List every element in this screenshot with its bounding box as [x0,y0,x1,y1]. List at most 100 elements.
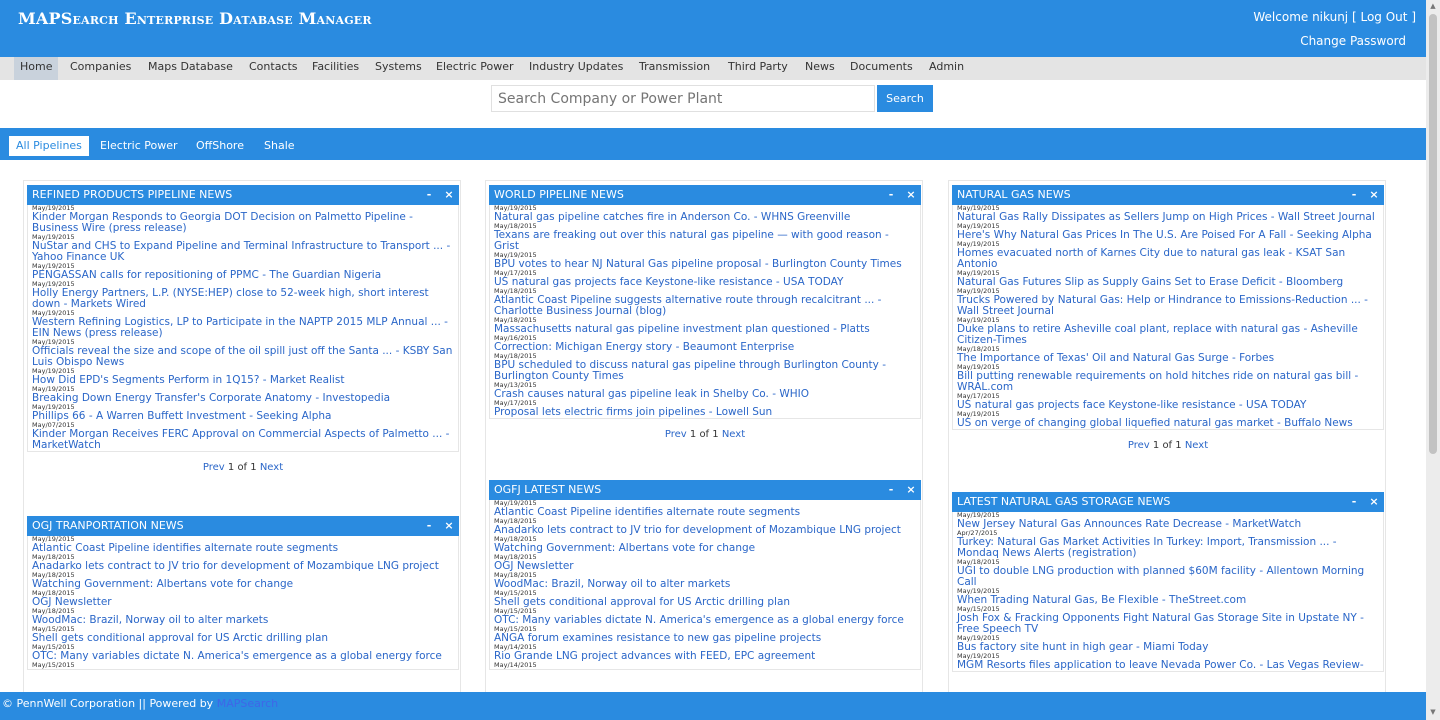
nav-documents[interactable]: Documents [844,57,919,80]
minimize-icon[interactable]: - [419,185,439,205]
news-link[interactable]: OGJ Newsletter [494,561,916,572]
news-link[interactable]: Correction: Michigan Energy story - Beau… [494,342,916,353]
news-link[interactable]: Atlantic Coast Pipeline identifies alter… [32,543,454,554]
news-link[interactable]: Western Refining Logistics, LP to Partic… [32,317,454,339]
news-link[interactable]: Shell gets conditional approval for US A… [494,597,916,608]
news-link[interactable]: Rio Grande LNG project advances with FEE… [494,651,916,662]
news-link[interactable]: Proposal lets electric firms join pipeli… [494,407,916,418]
nav-contacts[interactable]: Contacts [243,57,304,80]
nav-home[interactable]: Home [14,57,59,80]
news-link[interactable]: The Importance of Texas' Oil and Natural… [957,353,1379,364]
change-password-link[interactable]: Change Password [1300,34,1406,48]
prev-link[interactable]: Prev [665,429,687,440]
close-icon[interactable]: × [439,185,459,205]
news-link[interactable]: Natural gas pipeline catches fire in And… [494,212,916,223]
search-button[interactable]: Search [877,85,933,112]
news-link[interactable]: When Trading Natural Gas, Be Flexible - … [957,595,1379,606]
nav-maps-database[interactable]: Maps Database [142,57,239,80]
news-link[interactable]: US on verge of changing global liquefied… [957,418,1379,429]
news-link[interactable]: New Jersey Natural Gas Announces Rate De… [957,519,1379,530]
nav-admin[interactable]: Admin [923,57,970,80]
tab-offshore[interactable]: OffShore [189,136,251,156]
tab-shale[interactable]: Shale [257,136,302,156]
news-link[interactable]: Crash causes natural gas pipeline leak i… [494,389,916,400]
news-link[interactable]: US natural gas projects face Keystone-li… [957,400,1379,411]
news-link[interactable]: Turkey: Natural Gas Market Activities In… [957,537,1379,559]
minimize-icon[interactable]: - [1344,185,1364,205]
news-link[interactable]: Holly Energy Partners, L.P. (NYSE:HEP) c… [32,288,454,310]
tab-all-pipelines[interactable]: All Pipelines [9,136,89,156]
close-icon[interactable]: × [901,480,921,500]
page-scrollbar[interactable]: ▲ ▼ [1426,0,1440,720]
news-link[interactable]: Shell gets conditional approval for US A… [32,633,454,644]
news-link[interactable]: Officials reveal the size and scope of t… [32,346,454,368]
news-link[interactable]: Bill putting renewable requirements on h… [957,371,1379,393]
news-link[interactable]: MGM Resorts files application to leave N… [957,660,1379,671]
next-link[interactable]: Next [1185,440,1208,451]
news-link[interactable]: ANGA forum examines resistance to new ga… [494,633,916,644]
footer-link[interactable]: MAPSearch [217,697,278,710]
nav-facilities[interactable]: Facilities [306,57,365,80]
close-icon[interactable]: × [901,185,921,205]
news-link[interactable]: OTC: Many variables dictate N. America's… [494,615,916,626]
minimize-icon[interactable]: - [881,480,901,500]
news-link[interactable]: Watching Government: Albertans vote for … [494,543,916,554]
search-input[interactable] [491,85,875,112]
dashboard-content: REFINED PRODUCTS PIPELINE NEWS - × May/1… [0,170,1426,692]
news-link[interactable]: WoodMac: Brazil, Norway oil to alter mar… [32,615,454,626]
news-link[interactable]: Kinder Morgan Receives FERC Approval on … [32,429,454,451]
news-link[interactable]: BPU scheduled to discuss natural gas pip… [494,360,916,382]
news-link[interactable]: Natural Gas Rally Dissipates as Sellers … [957,212,1379,223]
news-link[interactable]: Kinder Morgan Responds to Georgia DOT De… [32,212,454,234]
news-link[interactable]: Atlantic Coast Pipeline identifies alter… [494,507,916,518]
news-link[interactable]: Phillips 66 - A Warren Buffett Investmen… [32,411,454,422]
prev-link[interactable]: Prev [203,462,225,473]
close-icon[interactable]: × [1364,492,1384,512]
news-link[interactable]: Bus factory site hunt in high gear - Mia… [957,642,1379,653]
nav-systems[interactable]: Systems [369,57,428,80]
news-link[interactable]: Josh Fox & Fracking Opponents Fight Natu… [957,613,1379,635]
minimize-icon[interactable]: - [419,516,439,536]
news-link[interactable]: NuStar and CHS to Expand Pipeline and Te… [32,241,454,263]
prev-link[interactable]: Prev [1128,440,1150,451]
close-icon[interactable]: × [439,516,459,536]
logout-link[interactable]: Log Out [1360,10,1407,24]
nav-companies[interactable]: Companies [64,57,137,80]
next-link[interactable]: Next [260,462,283,473]
nav-transmission[interactable]: Transmission [633,57,716,80]
nav-electric-power[interactable]: Electric Power [430,57,520,80]
news-link[interactable]: PENGASSAN calls for repositioning of PPM… [32,270,454,281]
nav-third-party[interactable]: Third Party [722,57,794,80]
news-link[interactable]: Texans are freaking out over this natura… [494,230,916,252]
news-item: May/18/2015 Watching Government: Albertan… [32,572,454,590]
news-link[interactable]: OGJ Newsletter [32,597,454,608]
scrollbar-thumb[interactable] [1429,14,1437,454]
minimize-icon[interactable]: - [881,185,901,205]
close-icon[interactable]: × [1364,185,1384,205]
news-link[interactable]: Anadarko lets contract to JV trio for de… [494,525,916,536]
news-link[interactable]: Homes evacuated north of Karnes City due… [957,248,1379,270]
next-link[interactable]: Next [722,429,745,440]
panel-natural-gas: NATURAL GAS NEWS - × May/19/2015 Natural … [952,185,1384,458]
minimize-icon[interactable]: - [1344,492,1364,512]
scroll-down-icon[interactable]: ▼ [1429,708,1437,716]
news-link[interactable]: Natural Gas Futures Slip as Supply Gains… [957,277,1379,288]
news-link[interactable]: Anadarko lets contract to JV trio for de… [32,561,454,572]
news-link[interactable]: WoodMac: Brazil, Norway oil to alter mar… [494,579,916,590]
nav-news[interactable]: News [799,57,841,80]
scroll-up-icon[interactable]: ▲ [1429,2,1437,10]
news-link[interactable]: UGI to double LNG production with planne… [957,566,1379,588]
news-link[interactable]: Massachusetts natural gas pipeline inves… [494,324,916,335]
news-link[interactable]: How Did EPD's Segments Perform in 1Q15? … [32,375,454,386]
news-link[interactable]: Breaking Down Energy Transfer's Corporat… [32,393,454,404]
news-link[interactable]: BPU votes to hear NJ Natural Gas pipelin… [494,259,916,270]
nav-industry-updates[interactable]: Industry Updates [523,57,629,80]
news-link[interactable]: US natural gas projects face Keystone-li… [494,277,916,288]
tab-electric-power[interactable]: Electric Power [93,136,185,156]
news-link[interactable]: Atlantic Coast Pipeline suggests alterna… [494,295,916,317]
news-link[interactable]: Duke plans to retire Asheville coal plan… [957,324,1379,346]
news-link[interactable]: OTC: Many variables dictate N. America's… [32,651,454,662]
news-link[interactable]: Here's Why Natural Gas Prices In The U.S… [957,230,1379,241]
news-link[interactable]: Watching Government: Albertans vote for … [32,579,454,590]
news-link[interactable]: Trucks Powered by Natural Gas: Help or H… [957,295,1379,317]
